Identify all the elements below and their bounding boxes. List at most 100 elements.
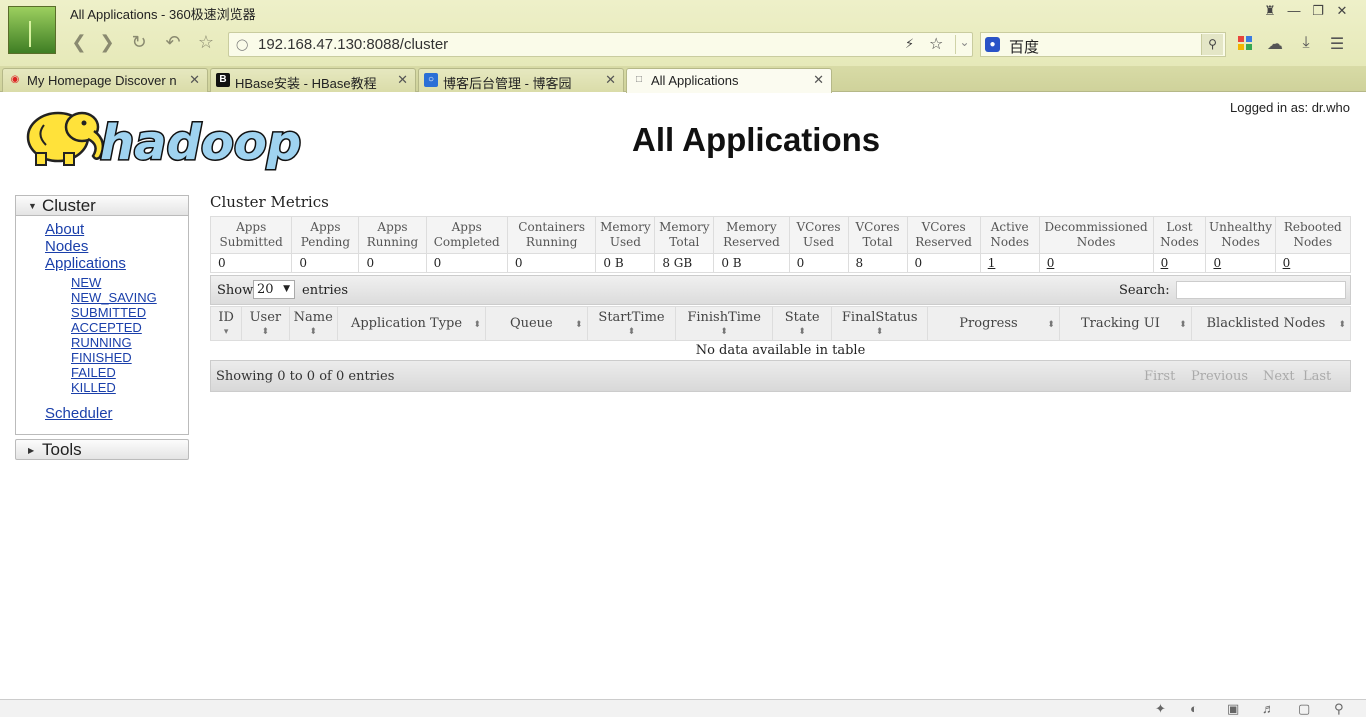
pagination-last[interactable]: Last [1303,369,1331,384]
address-url[interactable]: 192.168.47.130:8088/cluster [258,36,448,53]
hadoop-logo[interactable]: hadoop [16,101,316,173]
download-icon[interactable]: ⤓ [1295,34,1317,52]
entries-per-page-select[interactable]: 20 ▼ [253,280,295,299]
pagination-first[interactable]: First [1144,369,1175,384]
pin-icon[interactable]: ✦ [1155,701,1166,717]
metrics-value-13[interactable]: 0 [1152,253,1207,273]
search-input[interactable] [1176,281,1346,299]
weibo-icon: ◉ [10,74,20,85]
close-tab-icon[interactable]: ✕ [397,72,408,88]
trash-icon[interactable]: ▣ [1227,701,1239,717]
state-new-link[interactable]: NEW [71,275,188,290]
column-header-user[interactable]: User ⬍ [241,306,290,341]
search-status-icon[interactable]: ⚲ [1334,701,1344,717]
state-submitted-link[interactable]: SUBMITTED [71,305,188,320]
metrics-value-12[interactable]: 0 [1038,253,1154,273]
nav-applications-link[interactable]: Applications [45,255,188,272]
column-header-id[interactable]: ID ▾ [209,306,243,341]
maximize-button[interactable]: ❐ [1308,3,1328,19]
metrics-value-link[interactable]: 1 [988,256,996,270]
sort-both-icon[interactable]: ⬍ [680,325,768,340]
sort-desc-icon[interactable]: ▾ [215,325,237,340]
metrics-value-8: 0 [788,253,849,273]
tab-hbase[interactable]: B HBase安装 - HBase教程 ✕ [210,68,416,92]
state-new-saving-link[interactable]: NEW_SAVING [71,290,188,305]
speed-mode-icon[interactable]: ⚡ [905,36,914,52]
column-header-application-type[interactable]: Application Type ⬍ [336,306,487,341]
reload-icon[interactable]: ↻ [128,32,150,53]
sort-both-icon[interactable]: ⬍ [592,325,672,340]
globe-icon[interactable]: ◐ [1190,701,1198,716]
tab-blog-admin[interactable]: ○ 博客后台管理 - 博客园 ✕ [418,68,624,92]
metrics-header-5: Memory Used [595,216,656,254]
search-go-icon[interactable]: ⚲ [1201,34,1223,55]
metrics-value-link[interactable]: 0 [1283,256,1291,270]
metrics-value-text: 0 [433,256,442,270]
app-state-list: NEW NEW_SAVING SUBMITTED ACCEPTED RUNNIN… [45,275,188,395]
menu-icon[interactable]: ☰ [1326,34,1348,54]
volume-icon[interactable]: ♬ [1262,701,1275,716]
pagination-next[interactable]: Next [1263,369,1295,384]
state-failed-link[interactable]: FAILED [71,365,188,380]
cluster-section-header[interactable]: ▼ Cluster [15,195,189,216]
column-header-finalstatus[interactable]: FinalStatus ⬍ [831,306,929,341]
state-finished-link[interactable]: FINISHED [71,350,188,365]
apps-grid-icon[interactable] [1234,34,1256,55]
tab-label: 博客后台管理 - 博客园 [443,76,572,91]
metrics-header-text: Reserved [723,235,780,249]
undo-close-icon[interactable]: ↶ [162,32,184,53]
sort-both-icon[interactable]: ⬍ [1047,318,1055,333]
column-header-state[interactable]: State ⬍ [771,306,833,341]
tab-all-applications[interactable]: □ All Applications ✕ [626,68,832,93]
baidu-paw-icon[interactable]: ● [985,37,1000,52]
close-window-button[interactable]: ✕ [1332,3,1352,19]
search-box[interactable]: ● 百度 ⚲ [980,32,1226,57]
bookmark-star-icon[interactable]: ☆ [929,34,943,54]
metrics-value-15[interactable]: 0 [1274,253,1352,273]
close-tab-icon[interactable]: ✕ [605,72,616,88]
close-tab-icon[interactable]: ✕ [813,72,824,88]
metrics-value-link[interactable]: 0 [1213,256,1221,270]
address-dropdown-icon[interactable]: ⌄ [955,35,973,54]
show-label: Show [217,283,254,298]
favorite-icon[interactable]: ☆ [195,32,217,53]
column-header-starttime[interactable]: StartTime ⬍ [586,306,677,341]
close-tab-icon[interactable]: ✕ [189,72,200,88]
sort-both-icon[interactable]: ⬍ [1338,318,1346,333]
sort-both-icon[interactable]: ⬍ [294,325,333,340]
metrics-value-11[interactable]: 1 [979,253,1040,273]
sort-both-icon[interactable]: ⬍ [473,318,481,333]
column-header-tracking-ui[interactable]: Tracking UI ⬍ [1058,306,1192,341]
tools-section-header[interactable]: ▶ Tools [15,439,189,460]
pagination-previous[interactable]: Previous [1191,369,1248,384]
sort-both-icon[interactable]: ⬍ [1179,318,1187,333]
metrics-value-14[interactable]: 0 [1205,253,1276,273]
sort-both-icon[interactable]: ⬍ [836,325,923,340]
metrics-value-link[interactable]: 0 [1161,256,1169,270]
column-header-progress[interactable]: Progress ⬍ [927,306,1060,341]
cloud-icon[interactable]: ☁ [1264,34,1286,54]
column-header-queue[interactable]: Queue ⬍ [485,306,588,341]
state-accepted-link[interactable]: ACCEPTED [71,320,188,335]
address-bar[interactable]: ◯ 192.168.47.130:8088/cluster ⚡ ☆ ⌄ [228,32,973,57]
back-icon[interactable]: ❮ [68,32,90,53]
minimize-button[interactable]: — [1284,3,1304,18]
state-killed-link[interactable]: KILLED [71,380,188,395]
column-header-finishtime[interactable]: FinishTime ⬍ [675,306,773,341]
nav-scheduler-link[interactable]: Scheduler [45,405,188,422]
column-header-blacklisted-nodes[interactable]: Blacklisted Nodes ⬍ [1190,306,1352,341]
window-icon[interactable]: ▢ [1298,701,1310,717]
skin-icon[interactable]: ♜ [1260,3,1280,19]
browser-titlebar: All Applications - 360极速浏览器 ♜ — ❐ ✕ ❮ ❯ … [0,0,1366,66]
nav-nodes-link[interactable]: Nodes [45,238,188,255]
search-engine-label[interactable]: 百度 [1009,36,1039,57]
sort-both-icon[interactable]: ⬍ [575,318,583,333]
metrics-value-link[interactable]: 0 [1047,256,1055,270]
state-running-link[interactable]: RUNNING [71,335,188,350]
forward-icon[interactable]: ❯ [96,32,118,53]
nav-about-link[interactable]: About [45,221,188,238]
sort-both-icon[interactable]: ⬍ [246,325,284,340]
sort-both-icon[interactable]: ⬍ [777,325,827,340]
tab-homepage[interactable]: ◉ My Homepage Discover n ✕ [2,68,208,92]
column-header-name[interactable]: Name ⬍ [288,306,339,341]
